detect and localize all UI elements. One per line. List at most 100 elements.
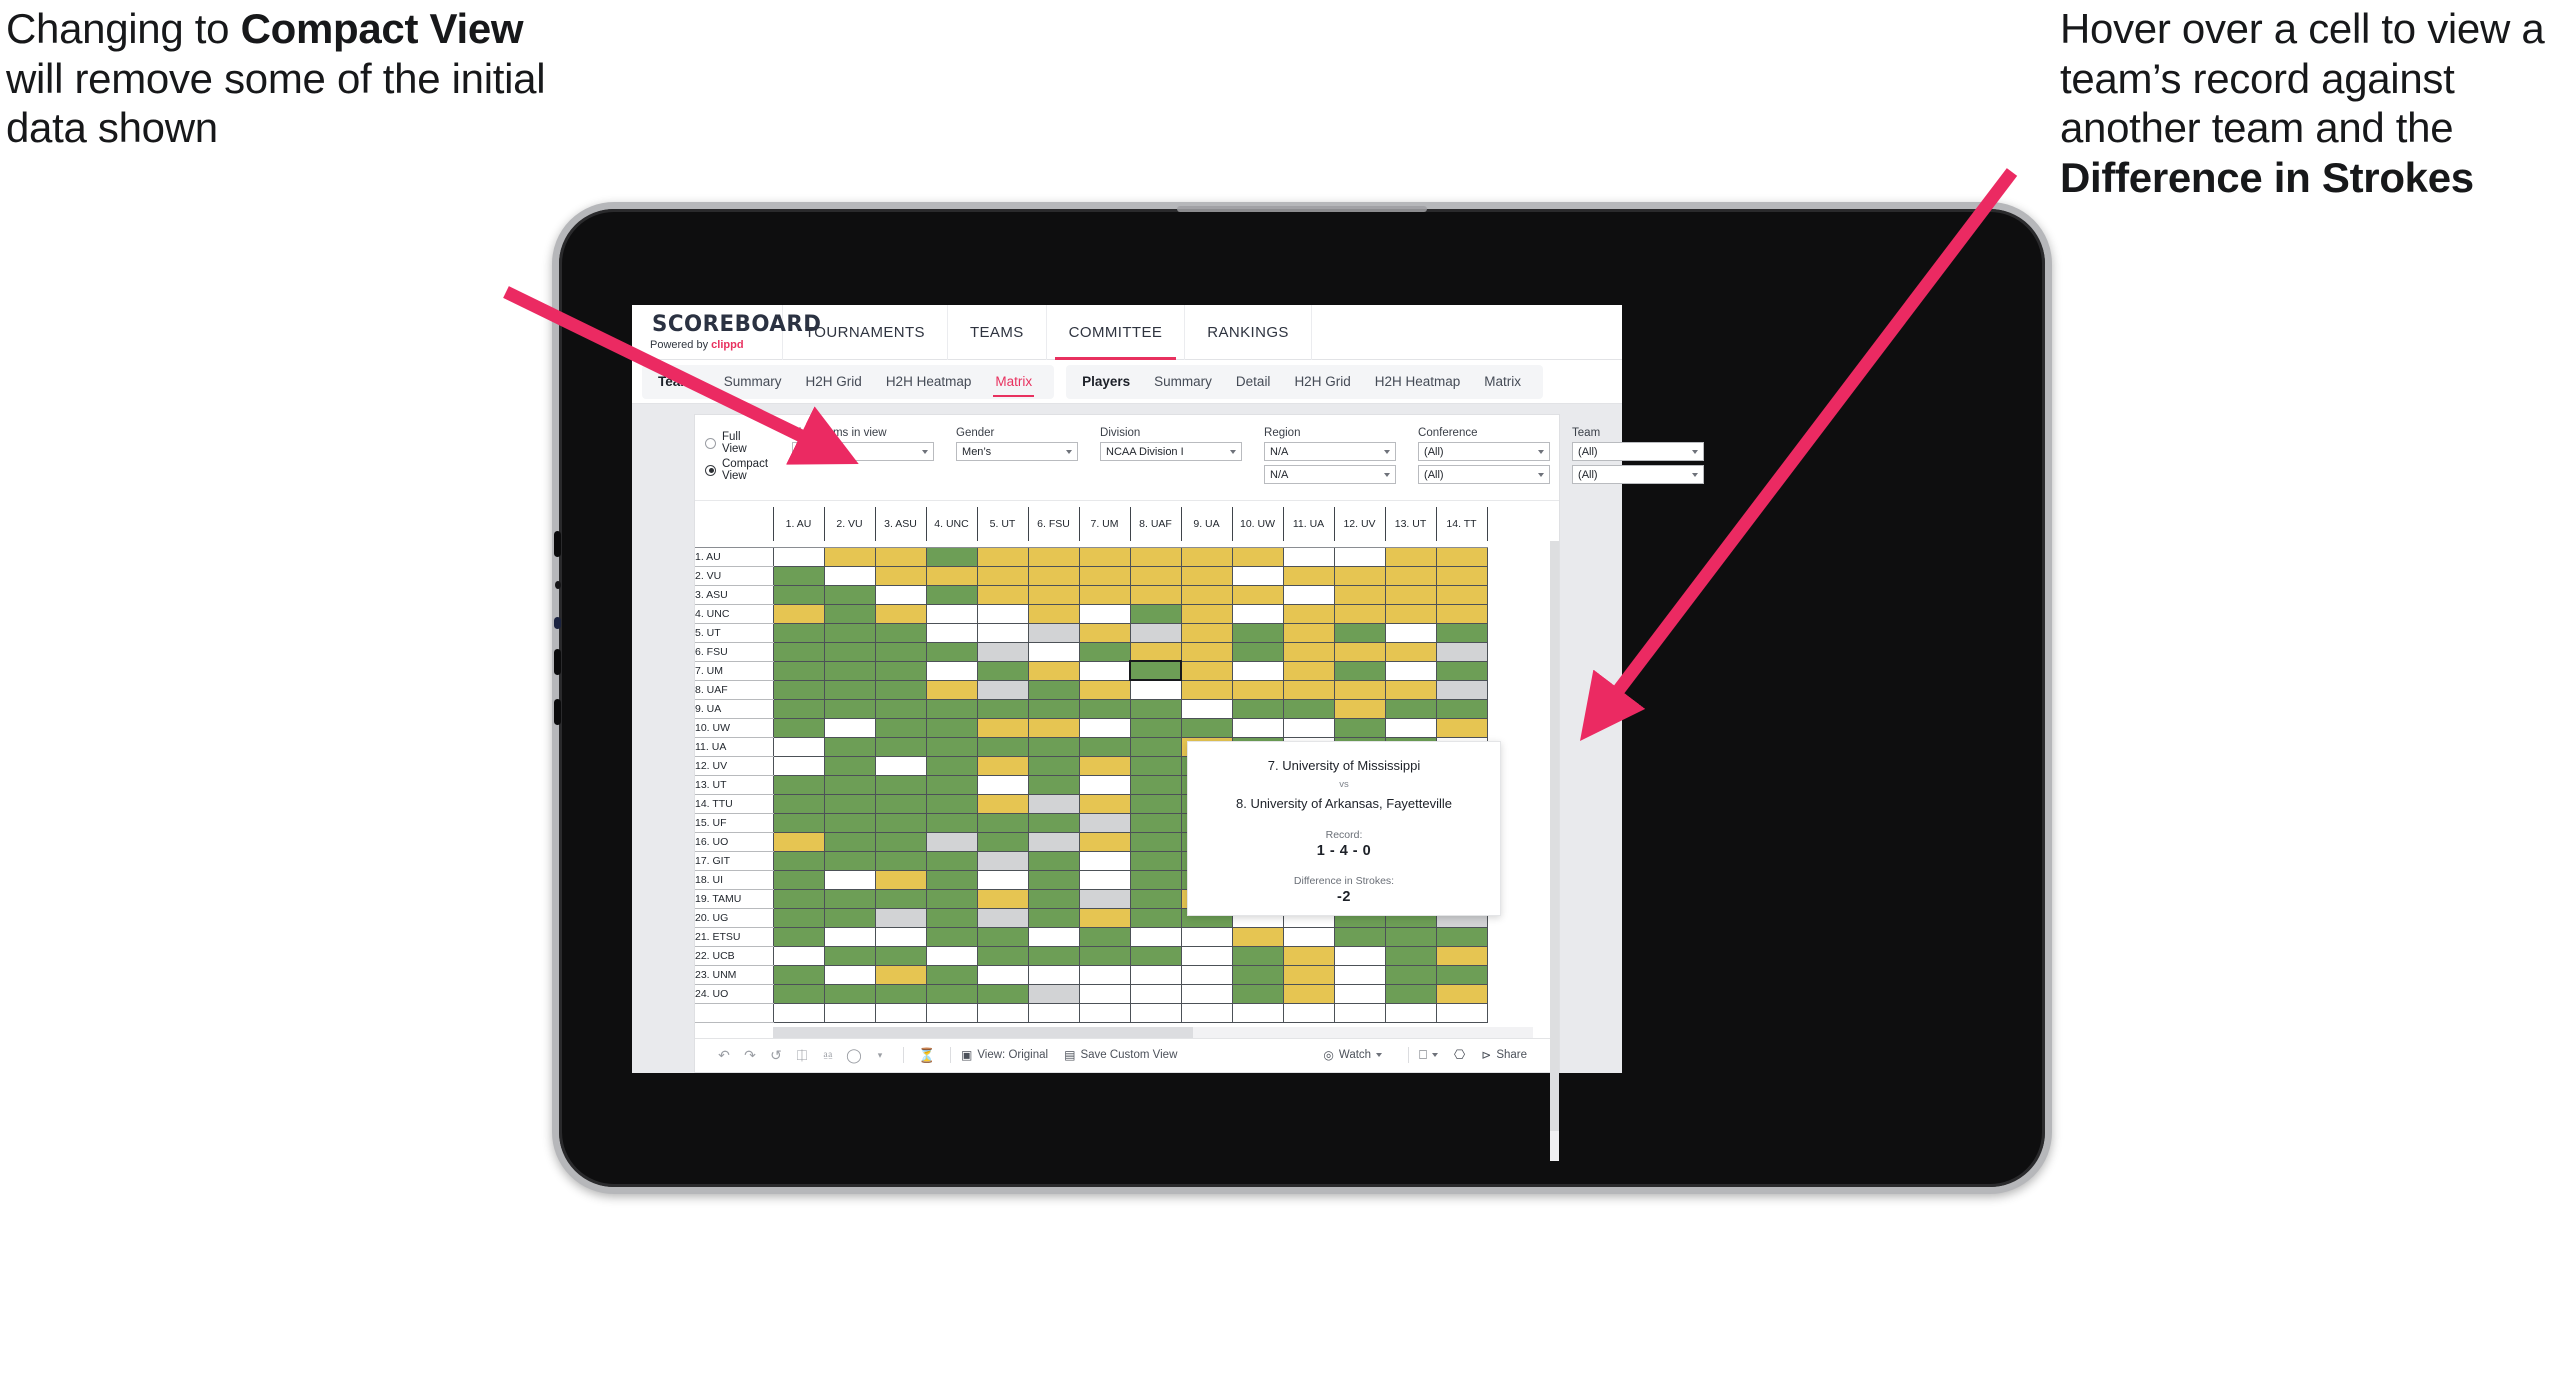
nav-committee[interactable]: COMMITTEE xyxy=(1047,305,1185,360)
matrix-cell[interactable] xyxy=(1180,622,1233,643)
watch-button[interactable]: ◎ Watch xyxy=(1323,1048,1383,1062)
matrix-cell[interactable] xyxy=(925,622,978,643)
matrix-cell[interactable] xyxy=(874,869,927,890)
matrix-cell[interactable] xyxy=(1282,964,1335,985)
matrix-row-header[interactable]: 7. UM xyxy=(695,661,773,681)
matrix-cell[interactable] xyxy=(874,565,927,586)
matrix-cell[interactable] xyxy=(976,565,1029,586)
matrix-cell[interactable] xyxy=(772,850,825,871)
matrix-cell[interactable] xyxy=(874,641,927,662)
undo-icon[interactable]: ↶ xyxy=(711,1047,737,1064)
pause-icon[interactable]: ⎂ xyxy=(815,1047,841,1064)
save-custom-view-button[interactable]: ▤ Save Custom View xyxy=(1064,1048,1177,1062)
matrix-cell[interactable] xyxy=(772,698,825,719)
matrix-cell[interactable] xyxy=(1384,983,1437,1004)
matrix-cell[interactable] xyxy=(1231,660,1284,681)
matrix-cell[interactable] xyxy=(823,698,876,719)
matrix-row-header[interactable]: 18. UI xyxy=(695,870,773,890)
matrix-cell[interactable] xyxy=(1231,698,1284,719)
matrix-cell[interactable] xyxy=(1333,546,1386,567)
matrix-cell[interactable] xyxy=(1180,565,1233,586)
matrix-cell[interactable] xyxy=(823,793,876,814)
matrix-cell[interactable] xyxy=(823,831,876,852)
matrix-cell[interactable] xyxy=(1027,888,1080,909)
matrix-cell[interactable] xyxy=(874,926,927,947)
matrix-row-header[interactable]: 3. ASU xyxy=(695,585,773,605)
matrix-cell[interactable] xyxy=(1180,717,1233,738)
matrix-row-header[interactable]: 21. ETSU xyxy=(695,927,773,947)
matrix-cell[interactable] xyxy=(925,1002,978,1023)
matrix-cell[interactable] xyxy=(874,584,927,605)
matrix-cell[interactable] xyxy=(925,964,978,985)
matrix-cell[interactable] xyxy=(1282,641,1335,662)
matrix-cell[interactable] xyxy=(976,907,1029,928)
matrix-cell[interactable] xyxy=(823,622,876,643)
matrix-col-header[interactable]: 12. UV xyxy=(1333,507,1386,541)
matrix-cell[interactable] xyxy=(925,736,978,757)
matrix-cell[interactable] xyxy=(772,793,825,814)
matrix-cell[interactable] xyxy=(1180,584,1233,605)
matrix-cell[interactable] xyxy=(976,983,1029,1004)
chevron-down-icon[interactable]: ▾ xyxy=(867,1050,893,1061)
matrix-cell[interactable] xyxy=(1129,774,1182,795)
matrix-cell[interactable] xyxy=(925,717,978,738)
share-button[interactable]: ⊳ Share xyxy=(1481,1048,1527,1062)
matrix-cell[interactable] xyxy=(925,793,978,814)
matrix-cell[interactable] xyxy=(823,1002,876,1023)
matrix-cell[interactable] xyxy=(772,622,825,643)
matrix-cell[interactable] xyxy=(1282,1002,1335,1023)
matrix-cell[interactable] xyxy=(823,755,876,776)
matrix-cell[interactable] xyxy=(1333,926,1386,947)
matrix-cell[interactable] xyxy=(772,964,825,985)
matrix-cell[interactable] xyxy=(1027,945,1080,966)
tab-players-h2h-heatmap[interactable]: H2H Heatmap xyxy=(1363,365,1473,399)
matrix-cell[interactable] xyxy=(925,888,978,909)
matrix-row-header[interactable]: 6. FSU xyxy=(695,642,773,662)
matrix-cell[interactable] xyxy=(976,736,1029,757)
matrix-row-header[interactable]: 10. UW xyxy=(695,718,773,738)
matrix-cell[interactable] xyxy=(823,945,876,966)
matrix-cell[interactable] xyxy=(976,546,1029,567)
matrix-col-header[interactable]: 8. UAF xyxy=(1129,507,1182,541)
matrix-cell[interactable] xyxy=(1078,622,1131,643)
matrix-cell[interactable] xyxy=(823,812,876,833)
nav-tournaments[interactable]: TOURNAMENTS xyxy=(783,305,947,360)
matrix-cell[interactable] xyxy=(772,869,825,890)
matrix-cell[interactable] xyxy=(823,736,876,757)
matrix-cell[interactable] xyxy=(1129,679,1182,700)
matrix-cell[interactable] xyxy=(1231,717,1284,738)
matrix-cell[interactable] xyxy=(1027,831,1080,852)
matrix-cell[interactable] xyxy=(1027,679,1080,700)
matrix-cell[interactable] xyxy=(1435,717,1488,738)
matrix-col-header[interactable]: 1. AU xyxy=(772,507,825,541)
matrix-cell[interactable] xyxy=(1384,565,1437,586)
matrix-cell[interactable] xyxy=(1231,1002,1284,1023)
matrix-cell[interactable] xyxy=(976,584,1029,605)
matrix-row-header[interactable]: 9. UA xyxy=(695,699,773,719)
matrix-cell[interactable] xyxy=(1027,546,1080,567)
matrix-cell[interactable] xyxy=(1027,774,1080,795)
team-select-1[interactable]: (All) xyxy=(1572,442,1705,461)
matrix-cell[interactable] xyxy=(976,755,1029,776)
conference-select-1[interactable]: (All) xyxy=(1418,442,1551,461)
matrix-cell[interactable] xyxy=(1078,584,1131,605)
tab-teams-matrix[interactable]: Matrix xyxy=(983,365,1044,399)
matrix-cell[interactable] xyxy=(1282,660,1335,681)
matrix-cell[interactable] xyxy=(1282,565,1335,586)
matrix-cell[interactable] xyxy=(874,679,927,700)
matrix-row-header[interactable]: 24. UO xyxy=(695,984,773,1004)
matrix-cell[interactable] xyxy=(1027,698,1080,719)
matrix-cell[interactable] xyxy=(976,793,1029,814)
matrix-cell[interactable] xyxy=(772,983,825,1004)
matrix-cell[interactable] xyxy=(874,964,927,985)
tab-players-matrix[interactable]: Matrix xyxy=(1472,365,1533,399)
matrix-col-header[interactable]: 14. TT xyxy=(1435,507,1488,541)
matrix-cell[interactable] xyxy=(1231,546,1284,567)
matrix-cell[interactable] xyxy=(925,812,978,833)
matrix-cell[interactable] xyxy=(772,774,825,795)
matrix-cell[interactable] xyxy=(1078,907,1131,928)
matrix-cell[interactable] xyxy=(1282,603,1335,624)
matrix-cell[interactable] xyxy=(925,546,978,567)
matrix-cell[interactable] xyxy=(925,945,978,966)
matrix-cell[interactable] xyxy=(1384,717,1437,738)
